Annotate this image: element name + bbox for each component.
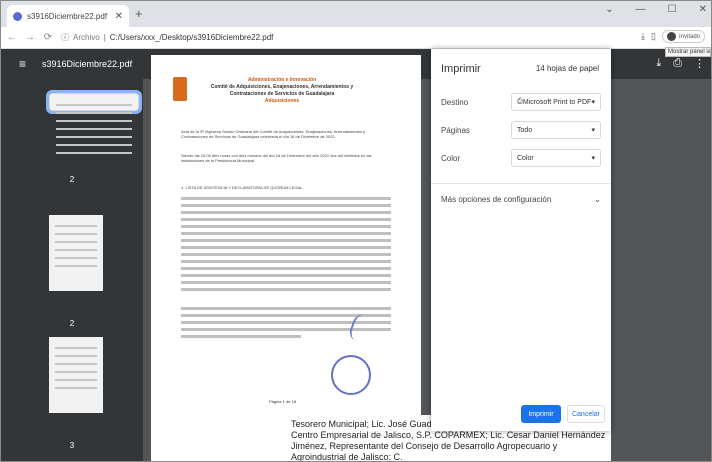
sheet-count: 14 hojas de papel [535, 64, 599, 73]
pages-value: Todo [517, 126, 533, 134]
address-url: C:/Users/xxx_/Desktop/s3916Diciembre22.p… [109, 33, 274, 42]
avatar [666, 32, 676, 41]
menu-icon[interactable]: ≡ [19, 57, 26, 71]
body-paragraph: Acta de la 3ª Vigésima Sesión Ordinaria … [181, 129, 366, 139]
color-value: Color [517, 154, 534, 162]
browser-tab[interactable]: s3916Diciembre22.pdf ✕ [7, 5, 129, 27]
page-header: Administración e Innovación Comité de Ad… [197, 77, 367, 105]
browser-window: s3916Diciembre22.pdf ✕ + ⌄ — ☐ ✕ ← → ⟳ ⓘ… [0, 0, 712, 462]
more-settings-toggle[interactable]: Más opciones de configuración ⌄ [441, 195, 601, 204]
omnibox[interactable]: ⓘ Archivo | C:/Users/xxx_/Desktop/s3916D… [61, 32, 273, 43]
pages-row: Páginas Todo ▾ [441, 121, 601, 139]
destination-value: Microsoft Print to PDF [522, 98, 592, 106]
profile-label: Invitado [678, 33, 700, 40]
pages-label: Páginas [441, 125, 470, 135]
chevron-down-icon: ▾ [591, 127, 595, 134]
chevron-down-icon: ⌄ [594, 195, 601, 204]
color-select[interactable]: Color ▾ [511, 149, 601, 167]
print-dialog: Imprimir 14 hojas de papel Destino ⎙ Mic… [431, 49, 611, 431]
address-bar: ← → ⟳ ⓘ Archivo | C:/Users/xxx_/Desktop/… [1, 27, 711, 49]
more-settings-label: Más opciones de configuración [441, 195, 552, 204]
print-preview-margin [619, 79, 709, 409]
chevron-down-icon: ▾ [591, 155, 595, 162]
municipal-logo-icon [173, 77, 187, 101]
page-thumbnail[interactable] [49, 215, 103, 291]
cancel-button[interactable]: Cancelar [567, 405, 605, 423]
chevron-down-icon[interactable]: ⌄ [605, 4, 613, 15]
brand-left: Administración e Innovación [247, 77, 317, 83]
reload-icon[interactable]: ⟳ [41, 32, 55, 43]
toolbar-right: ⤓ ▯ Invitado [641, 30, 705, 43]
pages-select[interactable]: Todo ▾ [511, 121, 601, 139]
header-title: Comité de Adquisiciones, Enajenaciones, … [210, 84, 354, 97]
new-tab-icon[interactable]: + [135, 6, 143, 21]
brand-right: Adquisiciones [264, 98, 300, 104]
destination-row: Destino ⎙ Microsoft Print to PDF ▾ [441, 93, 601, 111]
more-icon[interactable]: ⋮ [694, 57, 705, 70]
page-thumbnail[interactable] [49, 337, 103, 413]
tooltip: Mostrar panel lateral [665, 47, 711, 57]
thumbnail-page-number: 3 [69, 441, 75, 450]
destination-select[interactable]: ⎙ Microsoft Print to PDF ▾ [511, 93, 601, 111]
page-footer: Página 1 de 18 [269, 399, 296, 404]
tab-title: s3916Diciembre22.pdf [27, 11, 108, 21]
color-label: Color [441, 153, 461, 163]
body-paragraph: Siendo las 10:00 diez horas con diez min… [181, 153, 372, 163]
minimize-icon[interactable]: — [636, 4, 646, 15]
back-icon[interactable]: ← [5, 32, 19, 43]
thumbnail-sidebar: 2 2 3 [1, 79, 143, 461]
pdf-page: Administración e Innovación Comité de Ad… [151, 55, 421, 415]
address-label: Archivo [73, 33, 100, 42]
dialog-title: Imprimir [441, 63, 481, 75]
divider [431, 183, 611, 184]
page-thumbnail[interactable] [46, 90, 142, 154]
destination-label: Destino [441, 97, 469, 107]
file-info-icon: ⓘ [61, 33, 69, 42]
download-icon[interactable]: ⤓ [656, 57, 661, 70]
viewer-actions: ⤓ ⎙ ⋮ [656, 57, 705, 70]
government-seal-icon [331, 355, 371, 395]
tab-strip: s3916Diciembre22.pdf ✕ + ⌄ — ☐ ✕ [1, 1, 711, 27]
printer-icon: ⎙ [517, 98, 523, 105]
print-button[interactable]: Imprimir [521, 405, 561, 423]
sidepanel-icon[interactable]: ▯ [651, 31, 656, 42]
window-controls: ⌄ — ☐ ✕ [605, 4, 707, 15]
pdf-favicon-icon [13, 11, 22, 21]
profile-chip[interactable]: Invitado [661, 30, 705, 43]
chevron-down-icon: ▾ [591, 99, 595, 106]
download-icon[interactable]: ⤓ [641, 31, 645, 42]
print-icon[interactable]: ⎙ [673, 57, 682, 70]
close-window-icon[interactable]: ✕ [699, 4, 707, 15]
close-tab-icon[interactable]: ✕ [115, 11, 123, 22]
thumbnail-page-number: 2 [69, 175, 75, 184]
forward-icon[interactable]: → [23, 32, 37, 43]
thumbnail-page-number: 2 [69, 319, 75, 328]
maximize-icon[interactable]: ☐ [668, 4, 677, 15]
section-heading: 1. LISTA DE ASISTENCIA Y DECLARATORIA DE… [181, 185, 304, 190]
doc-name: s3916Diciembre22.pdf [42, 59, 133, 69]
color-row: Color Color ▾ [441, 149, 601, 167]
